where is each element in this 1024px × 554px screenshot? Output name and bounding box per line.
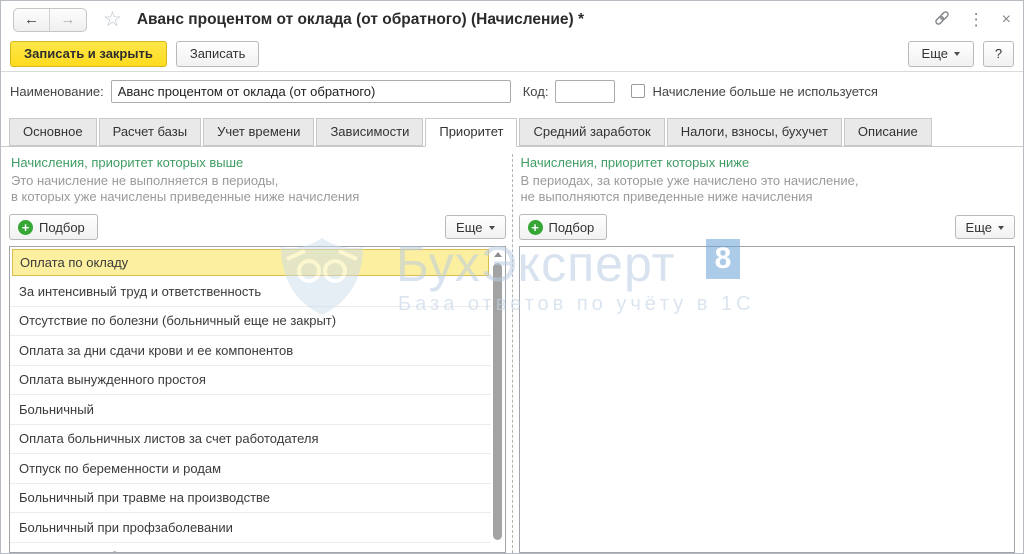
list-item[interactable]: Оплата вынужденного простоя — [10, 366, 491, 395]
description-line: в которых уже начислены приведенные ниже… — [11, 189, 360, 204]
tab[interactable]: Приоритет — [425, 118, 518, 147]
tab[interactable]: Средний заработок — [519, 118, 665, 146]
save-and-close-button[interactable]: Записать и закрыть — [10, 40, 167, 67]
chevron-down-icon — [998, 225, 1004, 230]
lower-priority-header: Начисления, приоритет которых ниже — [520, 155, 750, 170]
pick-button-label: Подбор — [39, 219, 85, 235]
unused-checkbox-label: Начисление больше не используется — [652, 83, 878, 99]
pick-button-label: Подбор — [548, 219, 595, 235]
tab[interactable]: Основное — [9, 118, 97, 146]
list-item[interactable]: За интенсивный труд и ответственность — [10, 277, 491, 307]
code-label: Код: — [522, 83, 549, 99]
lower-priority-panel: Начисления, приоритет которых ниже В пер… — [518, 152, 1016, 553]
close-icon[interactable]: × — [1002, 11, 1011, 28]
chevron-down-icon — [954, 52, 960, 56]
name-input[interactable] — [110, 79, 511, 103]
more-button-label: Еще — [965, 219, 992, 235]
chevron-down-icon — [488, 225, 495, 230]
priority-content: Начисления, приоритет которых выше Это н… — [1, 147, 1023, 553]
list-item[interactable]: Отпуск по беременности и родам — [10, 454, 491, 484]
link-icon[interactable] — [933, 9, 951, 30]
list-item[interactable]: Отсутствие по болезни (больничный еще не… — [10, 307, 491, 336]
code-input[interactable] — [555, 79, 616, 103]
tab[interactable]: Учет времени — [203, 118, 315, 146]
higher-priority-description: Это начисление не выполняется в периоды,… — [11, 173, 506, 205]
list-item[interactable]: Больничный при профзаболевании — [10, 513, 491, 543]
fields-row: Наименование: Код: Начисление больше не … — [1, 72, 1023, 110]
list-more-button[interactable]: Еще — [954, 215, 1015, 239]
more-button-label: Еще — [921, 46, 948, 61]
lower-priority-list — [518, 246, 1015, 553]
higher-priority-commandbar: + Подбор Еще — [9, 214, 506, 240]
panel-splitter[interactable] — [506, 152, 519, 553]
forward-icon[interactable]: → — [50, 9, 86, 31]
back-icon[interactable]: ← — [14, 8, 50, 31]
save-button[interactable]: Записать — [175, 40, 260, 67]
pick-button[interactable]: + Подбор — [9, 214, 98, 240]
vertical-scrollbar[interactable] — [491, 248, 504, 552]
more-menu-icon[interactable]: ⋮ — [968, 11, 985, 28]
tab-bar: Основное Расчет базы Учет времени Зависимос… — [1, 110, 1023, 147]
description-line: не выполняются приведенные ниже начислен… — [520, 189, 813, 204]
higher-priority-list: Оплата по окладу За интенсивный труд и от… — [9, 246, 506, 553]
tab[interactable]: Налоги, взносы, бухучет — [666, 118, 842, 146]
description-line: Это начисление не выполняется в периоды, — [11, 173, 279, 188]
higher-priority-panel: Начисления, приоритет которых выше Это н… — [9, 152, 506, 553]
list-item[interactable]: Больничный при травме на производстве — [10, 484, 491, 513]
lower-priority-commandbar: + Подбор Еще — [518, 214, 1015, 240]
list-item[interactable]: Отсутствие по болезни — [10, 543, 491, 552]
list-item[interactable]: Оплата по окладу — [12, 249, 489, 276]
list-item[interactable]: Оплата за дни сдачи крови и ее компонент… — [10, 336, 491, 366]
unused-checkbox[interactable] — [631, 84, 646, 98]
more-button-label: Еще — [456, 219, 483, 235]
titlebar-actions: ⋮ × — [933, 9, 1011, 30]
plus-icon: + — [527, 219, 543, 235]
title-bar: ← → ☆ Аванс процентом от оклада (от обра… — [1, 1, 1023, 38]
tab[interactable]: Описание — [843, 118, 932, 146]
scrollbar-thumb[interactable] — [492, 263, 502, 540]
page-title: Аванс процентом от оклада (от обратного)… — [136, 10, 585, 28]
scroll-up-icon[interactable] — [493, 252, 502, 257]
plus-icon: + — [18, 219, 33, 235]
pick-button[interactable]: + Подбор — [518, 214, 608, 240]
list-item[interactable]: Больничный — [10, 395, 491, 425]
history-nav: ← → — [13, 7, 87, 32]
higher-priority-header: Начисления, приоритет которых выше — [11, 155, 244, 170]
description-line: В периодах, за которые уже начислено это… — [520, 173, 859, 188]
lower-priority-description: В периодах, за которые уже начислено это… — [521, 173, 1016, 205]
toolbar: Записать и закрыть Записать Еще ? — [1, 38, 1023, 71]
list-item[interactable]: Оплата больничных листов за счет работод… — [10, 425, 491, 454]
tab[interactable]: Зависимости — [316, 118, 424, 146]
list-more-button[interactable]: Еще — [445, 215, 506, 239]
form-window: ← → ☆ Аванс процентом от оклада (от обра… — [0, 0, 1024, 554]
name-label: Наименование: — [10, 83, 104, 99]
favorite-star-icon[interactable]: ☆ — [103, 9, 122, 30]
help-button[interactable]: ? — [983, 40, 1014, 67]
more-button[interactable]: Еще — [907, 40, 974, 67]
tab[interactable]: Расчет базы — [98, 118, 202, 146]
